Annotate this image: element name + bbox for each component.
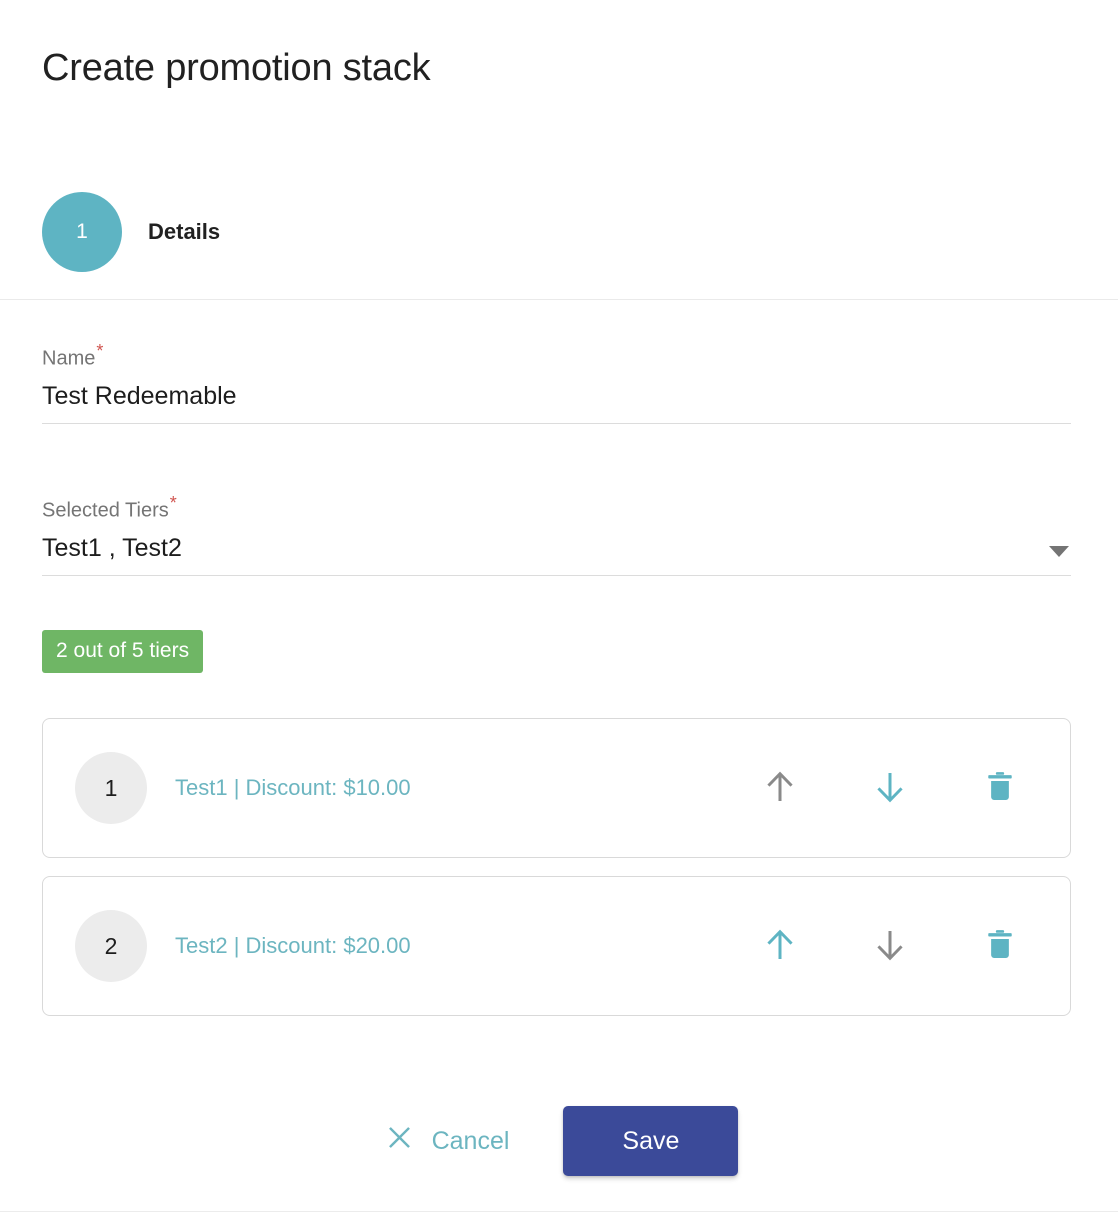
tier-description: Test2 | Discount: $20.00 (175, 933, 411, 958)
stepper-step-1-circle[interactable]: 1 (42, 192, 122, 272)
selected-tiers-value[interactable]: Test1 , Test2 (42, 532, 1071, 564)
tier-row: 1 Test1 | Discount: $10.00 (42, 718, 1071, 858)
move-tier-down-button[interactable] (854, 910, 926, 982)
name-label-text: Name (42, 347, 96, 370)
trash-icon (981, 926, 1019, 967)
name-field-underline (42, 379, 1071, 424)
tier-actions (744, 910, 1036, 982)
tier-list: 1 Test1 | Discount: $10.00 2 Test2 | Dis… (42, 718, 1071, 1016)
stepper-divider (0, 299, 1118, 300)
name-field-group: Name* (42, 342, 1071, 424)
move-tier-up-button[interactable] (744, 752, 816, 824)
stepper: 1 Details (42, 192, 220, 272)
tier-order-number: 2 (75, 910, 147, 982)
chevron-down-icon[interactable] (1049, 545, 1069, 557)
name-input[interactable] (42, 379, 1071, 412)
selected-tiers-field-underline[interactable]: Test1 , Test2 (42, 532, 1071, 576)
selected-tiers-field-label: Selected Tiers* (42, 494, 1071, 524)
tier-order-number: 1 (75, 752, 147, 824)
arrow-up-icon (759, 924, 801, 969)
selected-tiers-label-text: Selected Tiers (42, 499, 169, 522)
cancel-button[interactable]: Cancel (380, 1114, 514, 1168)
create-promotion-stack-dialog: Create promotion stack 1 Details Name* S… (0, 0, 1118, 1212)
name-required-asterisk: * (96, 341, 104, 361)
stepper-step-1-label: Details (148, 219, 221, 244)
page-title: Create promotion stack (42, 47, 431, 89)
tier-actions (744, 752, 1036, 824)
arrow-down-icon (869, 924, 911, 969)
tier-count-badge: 2 out of 5 tiers (42, 630, 204, 673)
selected-tiers-required-asterisk: * (169, 493, 177, 513)
dialog-footer: Cancel Save (0, 1106, 1118, 1176)
delete-tier-button[interactable] (964, 910, 1036, 982)
tier-row: 2 Test2 | Discount: $20.00 (42, 876, 1071, 1016)
selected-tiers-field-group: Selected Tiers* Test1 , Test2 (42, 494, 1071, 576)
name-field-label: Name* (42, 342, 1071, 372)
cancel-button-label: Cancel (431, 1126, 510, 1155)
close-x-icon (384, 1122, 415, 1160)
trash-icon (981, 768, 1019, 809)
tier-description: Test1 | Discount: $10.00 (175, 775, 411, 800)
arrow-down-icon (869, 766, 911, 811)
move-tier-up-button[interactable] (744, 910, 816, 982)
arrow-up-icon (759, 766, 801, 811)
delete-tier-button[interactable] (964, 752, 1036, 824)
move-tier-down-button[interactable] (854, 752, 926, 824)
save-button[interactable]: Save (563, 1106, 739, 1176)
